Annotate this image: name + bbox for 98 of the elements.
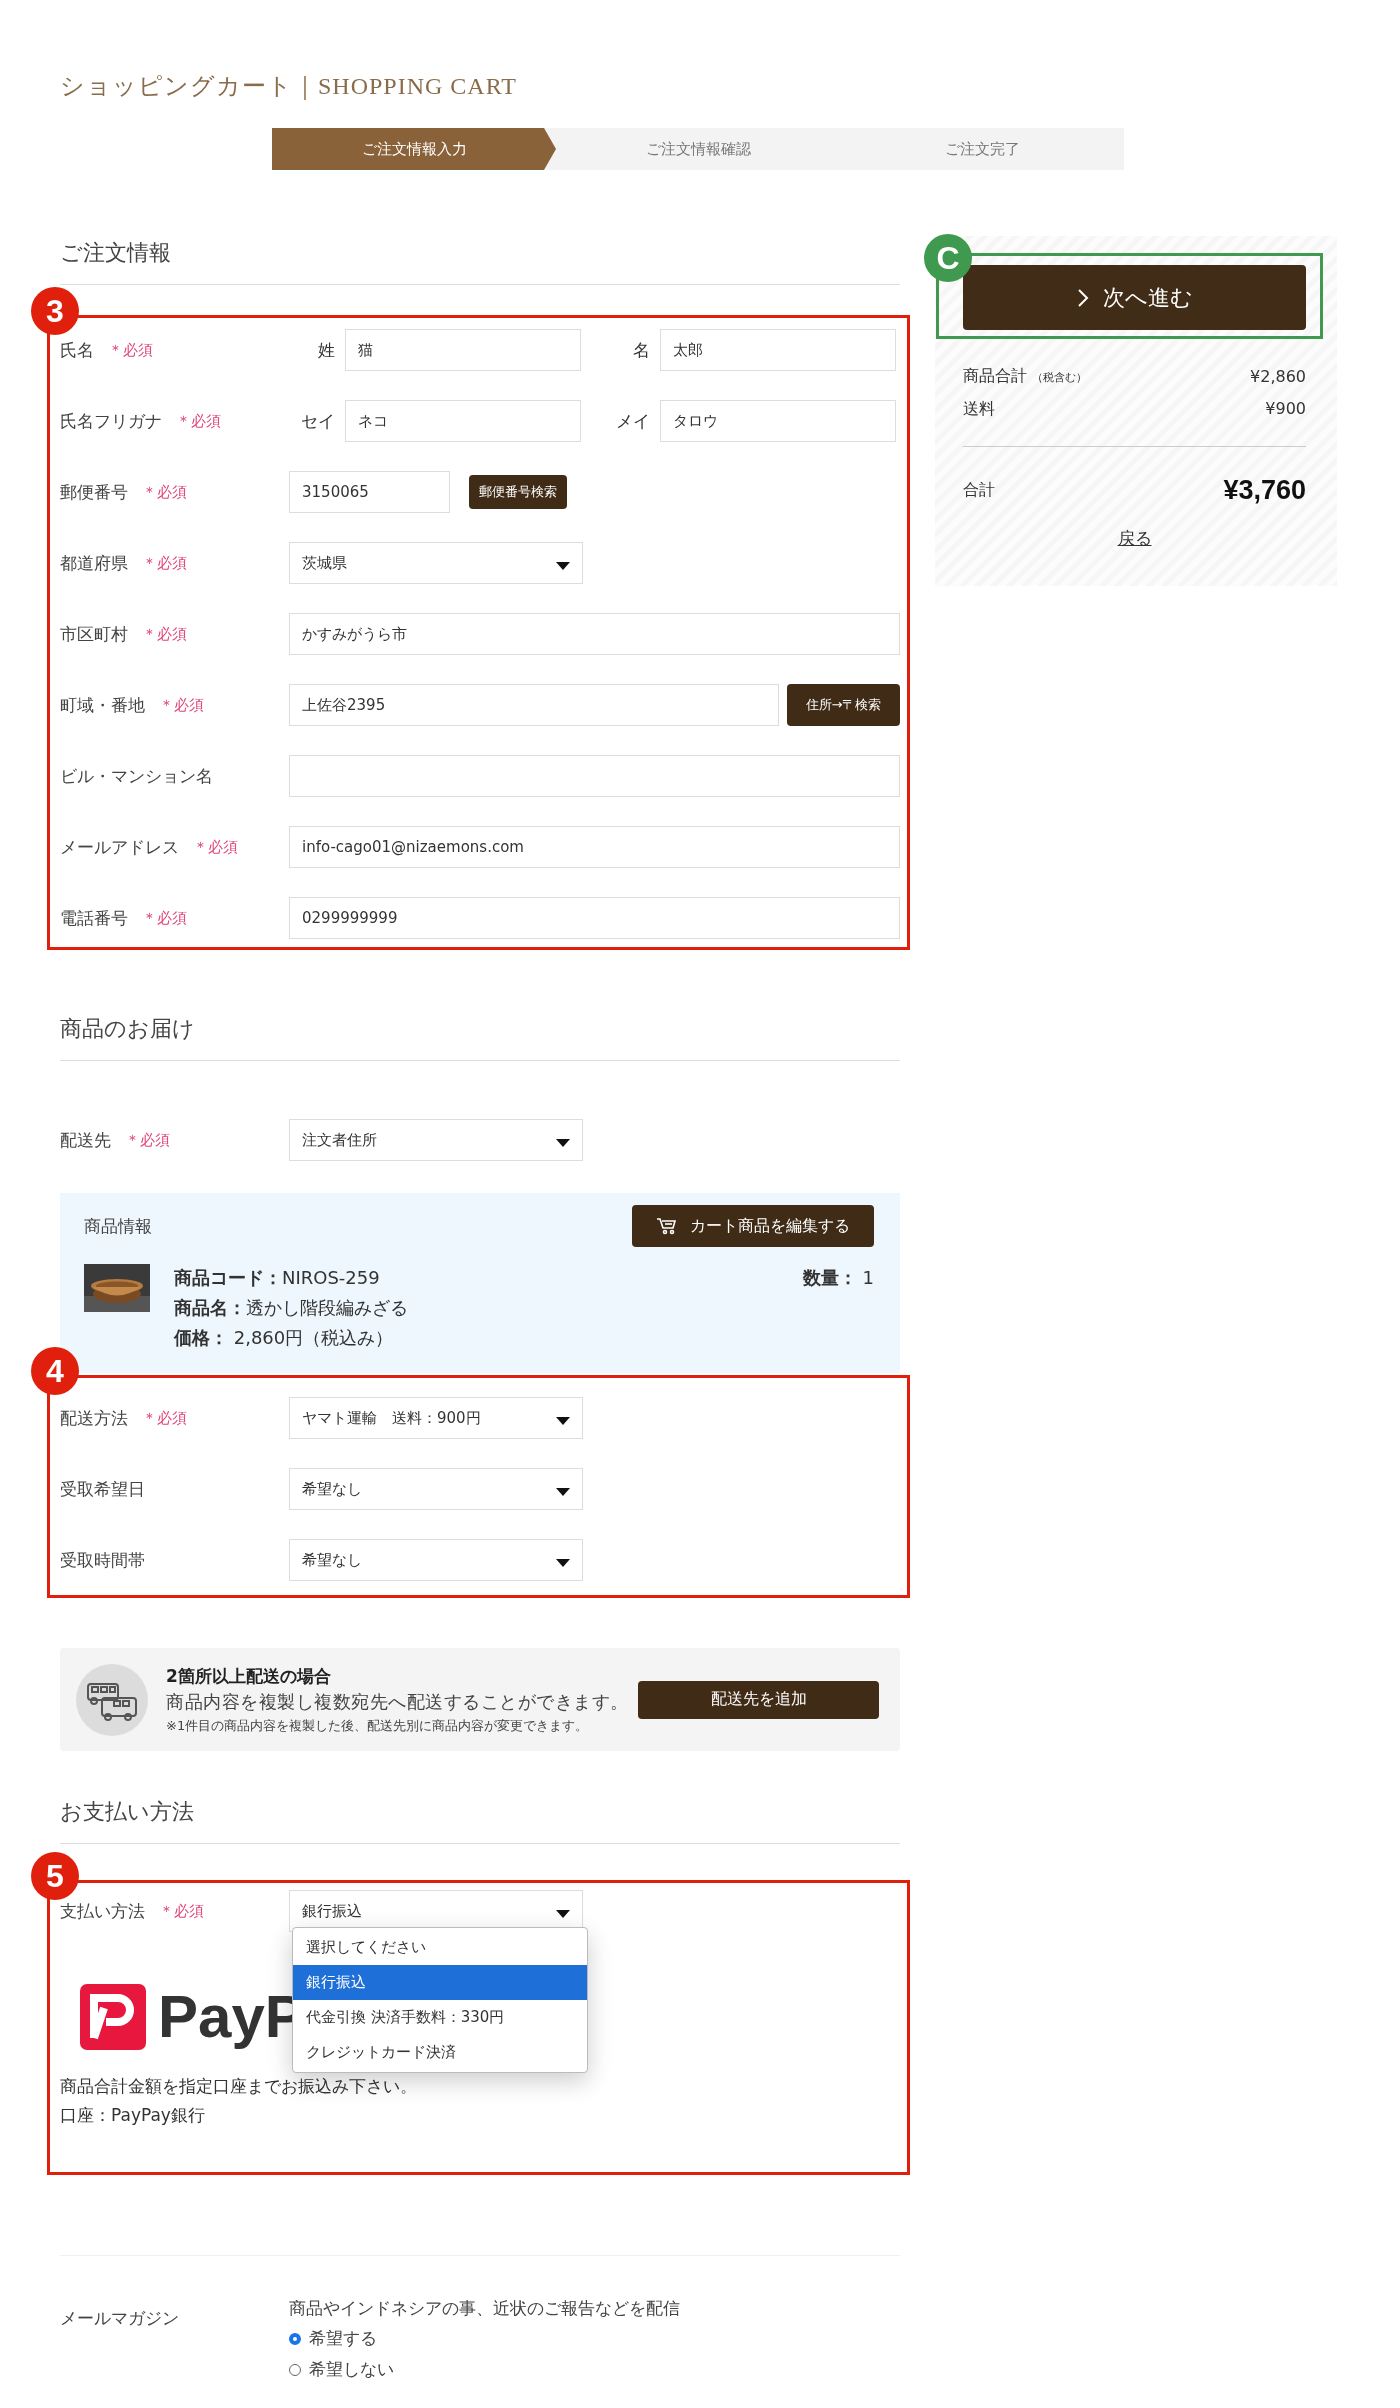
field-label: 姓 xyxy=(317,338,336,362)
summary-label: 合計 xyxy=(963,479,995,501)
product-name: 商品名：透かし階段編みざる xyxy=(174,1296,408,1320)
field-label: ビル・マンション名 xyxy=(60,764,213,788)
chevron-icon xyxy=(1076,287,1089,308)
summary-label: 商品合計 xyxy=(963,366,1027,385)
input-field[interactable]: 上佐谷2395 xyxy=(289,684,779,726)
product-code: 商品コード：NIROS-259 xyxy=(174,1266,381,1290)
required-mark: ＊必須 xyxy=(125,1130,170,1150)
required-mark: ＊必須 xyxy=(108,340,153,360)
field-label: 電話番号 xyxy=(60,906,128,930)
radio-button[interactable] xyxy=(289,2332,301,2345)
truck-icon xyxy=(76,1663,148,1736)
field-label: 受取希望日 xyxy=(60,1477,145,1501)
field-label: 受取時間帯 xyxy=(60,1548,145,1572)
step-indicator: ご注文情報確認 xyxy=(644,138,752,160)
field-label: メイ xyxy=(615,409,651,433)
input-field[interactable]: 猫 xyxy=(345,329,581,371)
input-field[interactable] xyxy=(289,755,900,797)
field-label: 町域・番地 xyxy=(60,693,145,717)
cart-icon xyxy=(656,1217,678,1235)
field-label: 市区町村 xyxy=(60,622,128,646)
input-field[interactable]: ネコ xyxy=(345,400,581,442)
add-destination-button[interactable]: 配送先を追加 xyxy=(638,1680,879,1719)
dropdown-option[interactable]: クレジットカード決済 xyxy=(293,2035,587,2070)
select-field[interactable]: 注文者住所 xyxy=(289,1119,583,1161)
annotation-badge: 3 xyxy=(31,287,79,335)
caret-icon xyxy=(556,1910,570,1918)
next-button[interactable]: 次へ進む xyxy=(963,265,1306,330)
panel-title: 商品情報 xyxy=(84,1214,152,1238)
required-mark: ＊必須 xyxy=(142,1408,187,1428)
search-button[interactable]: 住所→〒検索 xyxy=(787,684,900,726)
field-label: 名 xyxy=(632,338,651,362)
required-mark: ＊必須 xyxy=(193,837,238,857)
radio-label: 希望する xyxy=(309,2327,377,2350)
input-field[interactable]: info-cago01@nizaemons.com xyxy=(289,826,900,868)
edit-cart-button[interactable]: カート商品を編集する xyxy=(632,1205,874,1247)
annotation-badge: 5 xyxy=(31,1852,79,1900)
section-heading: 商品のお届け xyxy=(60,1012,900,1061)
field-label: 郵便番号 xyxy=(60,480,128,504)
dropdown-option[interactable]: 選択してください xyxy=(293,1930,587,1965)
payment-note: 口座：PayPay銀行 xyxy=(60,2104,206,2127)
caret-icon xyxy=(556,1488,570,1496)
field-label: メールアドレス xyxy=(60,835,179,859)
total-value: ¥3,760 xyxy=(1223,474,1306,507)
section-heading: ご注文情報 xyxy=(60,236,900,285)
info-text: 商品内容を複製し複数宛先へ配送することができます。 xyxy=(166,1689,630,1714)
required-mark: ＊必須 xyxy=(142,553,187,573)
logo-icon xyxy=(80,1984,146,2050)
select-field[interactable]: 茨城県 xyxy=(289,542,583,584)
product-price: 価格： 2,860円（税込み） xyxy=(174,1326,395,1350)
required-mark: ＊必須 xyxy=(142,624,187,644)
annotation-badge: C xyxy=(924,234,972,282)
step-indicator: ご注文完了 xyxy=(943,138,1021,160)
required-mark: ＊必須 xyxy=(159,695,204,715)
summary-label: 送料 xyxy=(963,398,995,420)
page-title: ショッピングカート｜SHOPPING CART xyxy=(60,72,517,102)
dropdown-option[interactable]: 銀行振込 xyxy=(293,1965,587,2000)
required-mark: ＊必須 xyxy=(176,411,221,431)
required-mark: ＊必須 xyxy=(142,908,187,928)
section-heading: お支払い方法 xyxy=(60,1795,900,1844)
select-field[interactable]: 希望なし xyxy=(289,1539,583,1581)
select-field[interactable]: ヤマト運輸 送料：900円 xyxy=(289,1397,583,1439)
field-label: 支払い方法 xyxy=(60,1899,145,1923)
caret-icon xyxy=(556,1559,570,1567)
caret-icon xyxy=(556,1139,570,1147)
info-title: 2箇所以上配送の場合 xyxy=(166,1664,332,1688)
payment-note: 商品合計金額を指定口座までお振込み下さい。 xyxy=(60,2075,418,2098)
input-field[interactable]: タロウ xyxy=(660,400,896,442)
info-note: ※1件目の商品内容を複製した後、配送先別に商品内容が変更できます。 xyxy=(166,1716,590,1735)
summary-note: （税含む） xyxy=(1032,371,1088,384)
field-label: メールマガジン xyxy=(60,2307,180,2330)
search-button[interactable]: 郵便番号検索 xyxy=(469,475,567,509)
select-field[interactable]: 銀行振込 xyxy=(289,1890,583,1932)
annotation-badge: 4 xyxy=(31,1347,79,1395)
product-quantity: 数量： 1 xyxy=(802,1266,874,1290)
input-field[interactable]: 太郎 xyxy=(660,329,896,371)
input-field[interactable]: 0299999999 xyxy=(289,897,900,939)
field-label: 配送先 xyxy=(60,1128,111,1152)
caret-icon xyxy=(556,562,570,570)
radio-label: 希望しない xyxy=(309,2358,394,2381)
step-indicator: ご注文情報入力 xyxy=(272,128,556,170)
summary-value: ¥2,860 xyxy=(1250,366,1306,388)
summary-value: ¥900 xyxy=(1265,398,1306,420)
input-field[interactable]: 3150065 xyxy=(289,471,450,513)
field-label: 配送方法 xyxy=(60,1406,128,1430)
back-link[interactable]: 戻る xyxy=(1117,528,1152,548)
caret-icon xyxy=(556,1417,570,1425)
description-text: 商品やインドネシアの事、近状のご報告などを配信 xyxy=(289,2297,680,2320)
field-label: 都道府県 xyxy=(60,551,128,575)
dropdown-option[interactable]: 代金引換 決済手数料：330円 xyxy=(293,2000,587,2035)
select-field[interactable]: 希望なし xyxy=(289,1468,583,1510)
field-label: 氏名フリガナ xyxy=(60,409,162,433)
required-mark: ＊必須 xyxy=(142,482,187,502)
required-mark: ＊必須 xyxy=(159,1901,204,1921)
field-label: セイ xyxy=(300,409,336,433)
field-label: 氏名 xyxy=(60,338,94,362)
input-field[interactable]: かすみがうら市 xyxy=(289,613,900,655)
